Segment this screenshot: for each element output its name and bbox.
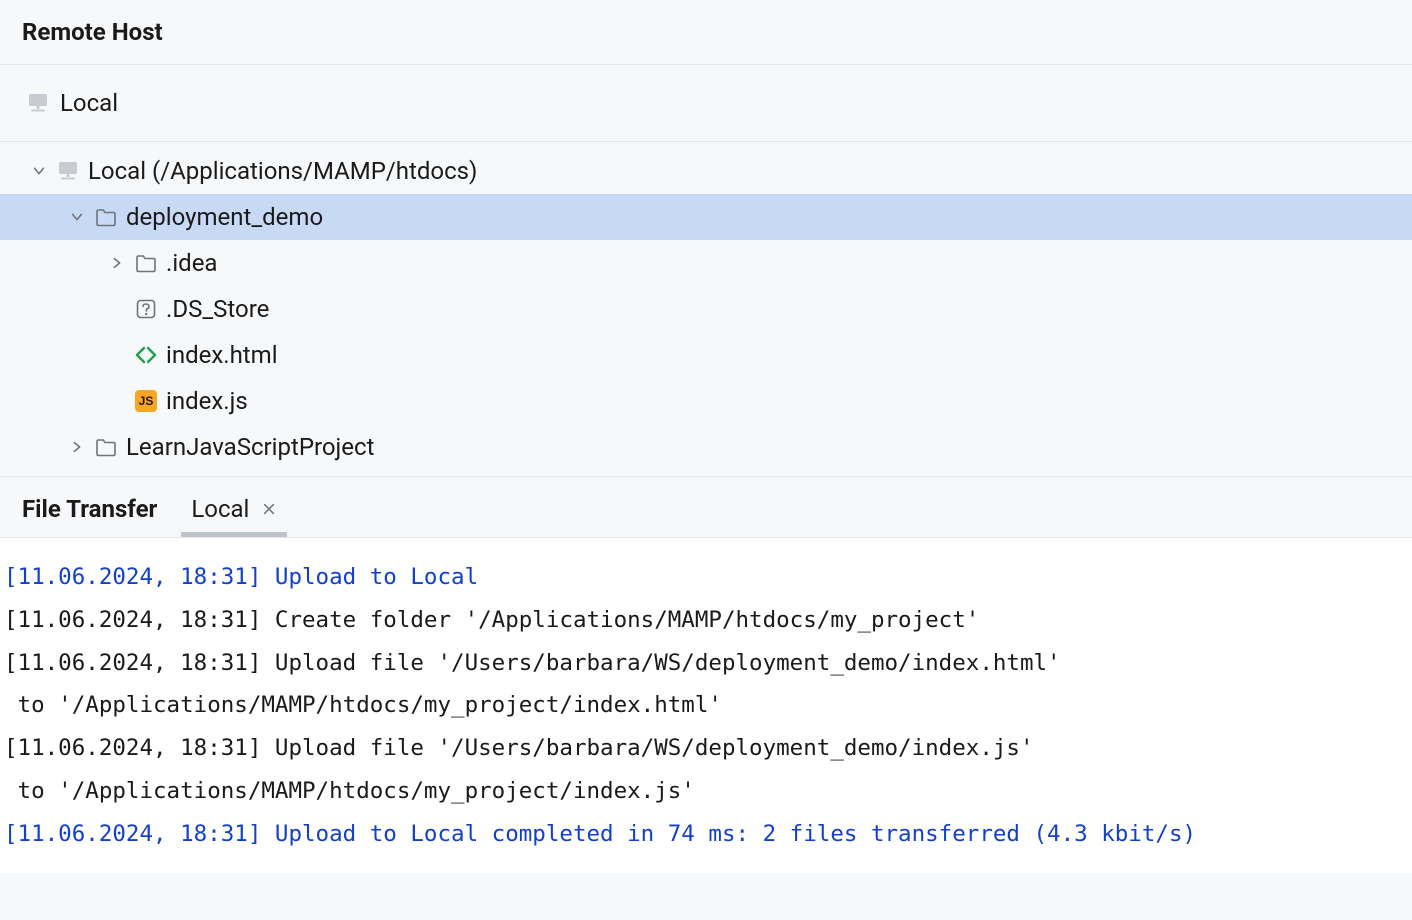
tree-item-label: index.html (166, 341, 278, 369)
tree-item-label: .DS_Store (166, 295, 269, 323)
tab-file-transfer[interactable]: File Transfer (22, 495, 157, 523)
log-line: to '/Applications/MAMP/htdocs/my_project… (4, 684, 1408, 727)
tree-row-learn-js-project[interactable]: LearnJavaScriptProject (0, 424, 1412, 470)
transfer-log[interactable]: [11.06.2024, 18:31] Upload to Local[11.0… (0, 537, 1412, 873)
tree-item-label: index.js (166, 387, 248, 415)
tree-root-label: Local (/Applications/MAMP/htdocs) (88, 157, 477, 185)
chevron-right-icon[interactable] (68, 438, 86, 456)
tree-row-index-html[interactable]: index.html (0, 332, 1412, 378)
server-label-text: Local (60, 89, 118, 117)
server-icon (26, 91, 50, 115)
tab-local[interactable]: Local (191, 495, 277, 523)
log-line: [11.06.2024, 18:31] Upload file '/Users/… (4, 727, 1408, 770)
tree-root-row[interactable]: Local (/Applications/MAMP/htdocs) (0, 148, 1412, 194)
close-icon[interactable] (261, 501, 277, 517)
folder-icon (94, 205, 118, 229)
log-line: to '/Applications/MAMP/htdocs/my_project… (4, 770, 1408, 813)
log-line: [11.06.2024, 18:31] Upload to Local comp… (4, 813, 1408, 856)
chevron-down-icon[interactable] (30, 162, 48, 180)
server-selector[interactable]: Local (0, 65, 1412, 142)
folder-icon (134, 251, 158, 275)
js-file-icon: JS (134, 389, 158, 413)
tab-local-label: Local (191, 495, 249, 523)
tab-underline (181, 532, 287, 537)
panel-title: Remote Host (0, 0, 1412, 65)
tree-row-ds-store[interactable]: .DS_Store (0, 286, 1412, 332)
tree-row-deployment-demo[interactable]: deployment_demo (0, 194, 1412, 240)
log-line: [11.06.2024, 18:31] Create folder '/Appl… (4, 599, 1408, 642)
tree-item-label: .idea (166, 249, 217, 277)
transfer-tabs: File Transfer Local (0, 477, 1412, 537)
html-file-icon (134, 343, 158, 367)
log-line: [11.06.2024, 18:31] Upload to Local (4, 556, 1408, 599)
tree-row-index-js[interactable]: JS index.js (0, 378, 1412, 424)
chevron-right-icon[interactable] (108, 254, 126, 272)
log-line: [11.06.2024, 18:31] Upload file '/Users/… (4, 642, 1408, 685)
folder-icon (94, 435, 118, 459)
remote-file-tree[interactable]: Local (/Applications/MAMP/htdocs) deploy… (0, 142, 1412, 477)
server-icon (56, 159, 80, 183)
chevron-down-icon[interactable] (68, 208, 86, 226)
tree-row-idea[interactable]: .idea (0, 240, 1412, 286)
unknown-file-icon (134, 297, 158, 321)
tree-item-label: LearnJavaScriptProject (126, 433, 374, 461)
tree-item-label: deployment_demo (126, 203, 323, 231)
